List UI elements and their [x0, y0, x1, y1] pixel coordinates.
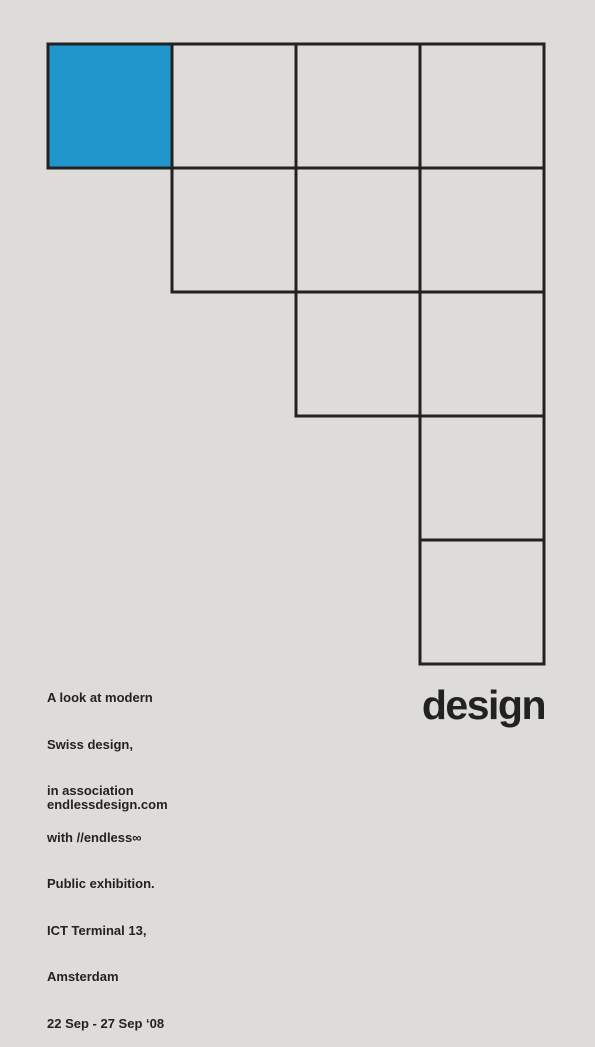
info-line: Swiss design, [47, 736, 133, 752]
grid-square [418, 414, 546, 542]
grid-square [294, 42, 422, 170]
grid-square [418, 166, 546, 294]
grid-square [418, 290, 546, 418]
grid-square [418, 538, 546, 666]
grid-square [170, 42, 298, 170]
grid-square [294, 290, 422, 418]
info-line: Public exhibition. [47, 876, 155, 891]
blue-grid-square [46, 42, 174, 170]
info-line: Amsterdam [47, 969, 119, 984]
grid-square [418, 42, 546, 170]
grid-square [170, 166, 298, 294]
info-line: 22 Sep - 27 Sep ‘08 [47, 1015, 165, 1031]
info-line: A look at modern [47, 690, 153, 705]
website-url[interactable]: endlessdesign.com [47, 797, 168, 812]
info-line: ICT Terminal 13, [47, 922, 147, 938]
grid-square [294, 166, 422, 294]
info-line: with //endless∞ [47, 829, 142, 845]
headline-title: design [421, 682, 547, 728]
event-info: A look at modern Swiss design, in associ… [47, 659, 164, 1047]
